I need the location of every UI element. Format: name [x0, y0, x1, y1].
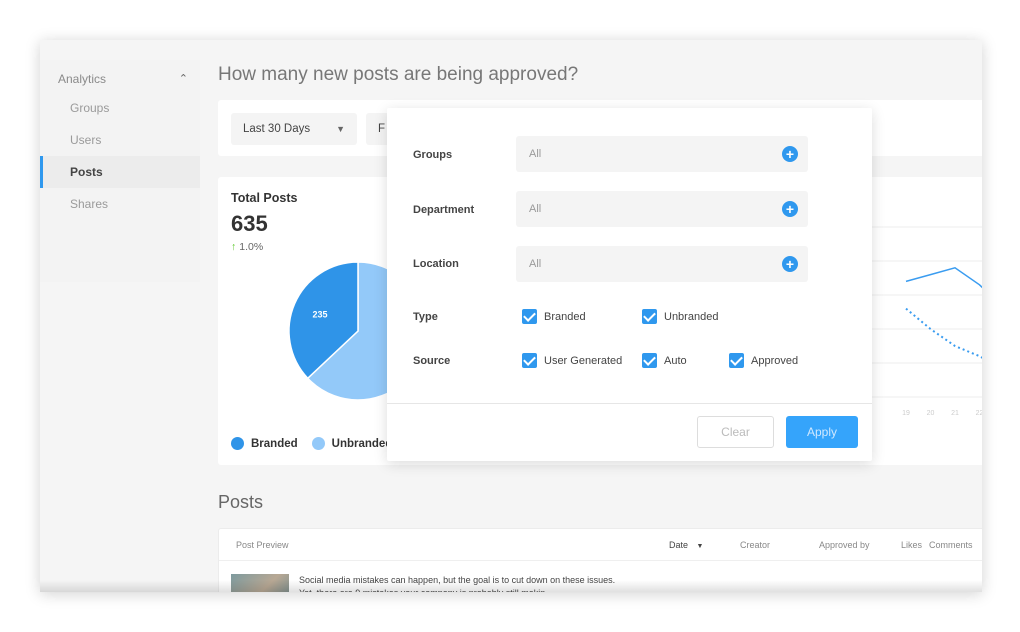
sidebar-section-analytics[interactable]: Analytics ⌃	[58, 72, 188, 86]
checkbox-auto-label: Auto	[664, 354, 687, 367]
column-comments[interactable]: Comments	[929, 540, 973, 550]
checkbox-checked-icon	[642, 353, 657, 368]
x-tick-label: 19	[902, 410, 910, 417]
add-group-icon[interactable]: +	[782, 146, 798, 162]
checkbox-branded-label: Branded	[544, 310, 586, 323]
x-tick-label: 20	[927, 410, 935, 417]
department-field[interactable]: All +	[516, 191, 808, 227]
x-tick-label: 21	[951, 410, 959, 417]
location-label: Location	[413, 258, 459, 270]
checkbox-checked-icon	[642, 309, 657, 324]
stats-change-value: 1.0%	[239, 241, 264, 253]
posts-table: Post Preview Date ▼ Creator Approved by …	[218, 528, 982, 592]
add-location-icon[interactable]: +	[782, 256, 798, 272]
caret-down-icon: ▼	[336, 124, 345, 134]
chevron-up-icon[interactable]: ⌃	[179, 72, 188, 85]
sidebar: Analytics ⌃ Groups Users Posts Shares	[40, 60, 200, 282]
column-date[interactable]: Date ▼	[669, 540, 703, 550]
checkbox-checked-icon	[522, 309, 537, 324]
checkbox-auto[interactable]: Auto	[642, 353, 687, 368]
legend-item-branded[interactable]: Branded	[231, 437, 298, 450]
sidebar-item-shares[interactable]: Shares	[40, 188, 200, 220]
column-approved-by[interactable]: Approved by	[819, 540, 870, 550]
legend-dot-unbranded	[311, 437, 325, 450]
stats-change: ↑ 1.0%	[231, 241, 263, 253]
pie-label-branded: 235	[312, 310, 327, 320]
checkbox-unbranded-label: Unbranded	[664, 310, 719, 323]
groups-value: All	[529, 148, 542, 160]
checkbox-unbranded[interactable]: Unbranded	[642, 309, 718, 324]
legend-dot-branded	[231, 437, 244, 450]
sidebar-section-label: Analytics	[58, 72, 107, 86]
sort-down-icon: ▼	[696, 543, 704, 550]
legend-item-unbranded[interactable]: Unbranded	[311, 437, 393, 450]
add-department-icon[interactable]: +	[782, 201, 798, 217]
sidebar-item-users[interactable]: Users	[40, 124, 200, 156]
checkbox-checked-icon	[522, 353, 537, 368]
column-creator[interactable]: Creator	[740, 540, 770, 550]
location-value: All	[529, 258, 542, 270]
table-row[interactable]: Social media mistakes can happen, but th…	[219, 562, 982, 592]
arrow-up-icon: ↑	[231, 241, 237, 253]
department-value: All	[529, 203, 542, 215]
source-label: Source	[413, 355, 451, 367]
stats-value: 635	[231, 211, 268, 236]
department-label: Department	[413, 204, 475, 216]
clear-button[interactable]: Clear	[697, 416, 774, 448]
legend-label-branded: Branded	[251, 437, 298, 450]
pie-legend: Branded Unbranded	[231, 437, 392, 450]
checkbox-approved-label: Approved	[751, 354, 799, 367]
page-title: How many new posts are being approved?	[218, 64, 579, 85]
line-series-dashed	[905, 307, 982, 359]
line-series-solid	[905, 266, 982, 289]
post-thumbnail	[231, 574, 289, 592]
legend-label-unbranded: Unbranded	[331, 437, 393, 450]
post-preview-text: Social media mistakes can happen, but th…	[299, 575, 616, 592]
column-date-label: Date	[669, 540, 689, 550]
location-field[interactable]: All +	[516, 246, 808, 282]
date-range-value: Last 30 Days	[243, 123, 311, 135]
groups-label: Groups	[413, 149, 453, 161]
checkbox-checked-icon	[729, 353, 744, 368]
checkbox-user-generated-label: User Generated	[544, 354, 623, 367]
date-range-select[interactable]: Last 30 Days ▼	[231, 113, 357, 145]
app-frame: Analytics ⌃ Groups Users Posts Shares Ho…	[40, 40, 982, 592]
column-likes[interactable]: Likes	[901, 540, 922, 550]
posts-table-header: Post Preview Date ▼ Creator Approved by …	[219, 529, 982, 561]
checkbox-branded[interactable]: Branded	[522, 309, 586, 324]
modal-divider	[387, 403, 872, 404]
posts-section-title: Posts	[218, 492, 264, 512]
checkbox-approved[interactable]: Approved	[729, 353, 798, 368]
groups-field[interactable]: All +	[516, 136, 808, 172]
column-post-preview: Post Preview	[236, 540, 289, 550]
type-label: Type	[413, 311, 438, 323]
filter-modal: Groups All + Department All + Location A…	[387, 108, 872, 461]
sidebar-item-groups[interactable]: Groups	[40, 92, 200, 124]
apply-button[interactable]: Apply	[786, 416, 858, 448]
stats-label: Total Posts	[231, 191, 298, 205]
x-tick-label: 22	[976, 410, 982, 417]
checkbox-user-generated[interactable]: User Generated	[522, 353, 622, 368]
sidebar-item-posts[interactable]: Posts	[40, 156, 200, 188]
